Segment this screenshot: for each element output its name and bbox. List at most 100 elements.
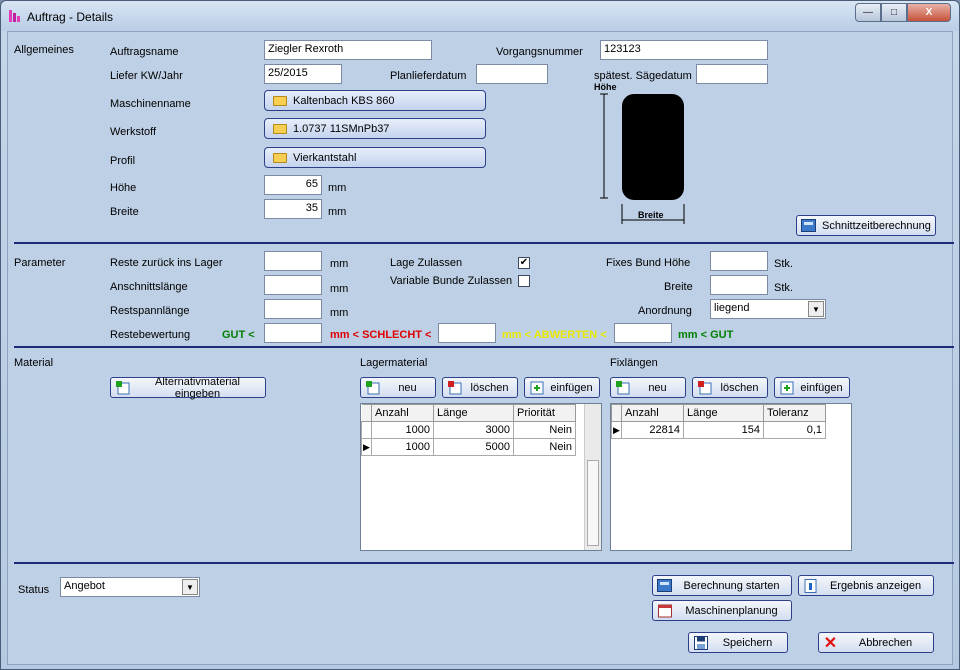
window-title: Auftrag - Details xyxy=(27,10,114,24)
werkstoff-picker[interactable]: 1.0737 11SMnPb37 xyxy=(264,118,486,139)
anordnung-label: Anordnung xyxy=(638,305,692,317)
maschine-label: Maschinenname xyxy=(110,98,191,110)
column-header[interactable]: Toleranz xyxy=(763,404,826,422)
row-pointer-icon: ▶ xyxy=(611,421,622,439)
maschine-picker[interactable]: Kaltenbach KBS 860 xyxy=(264,90,486,111)
anschnitt-input[interactable] xyxy=(264,275,322,295)
lagermaterial-table[interactable]: Anzahl Länge Priorität 1000 3000 Nein ▶ 1000 5… xyxy=(360,403,602,551)
fixes-breite-input[interactable] xyxy=(710,275,768,295)
lager-einfuegen-button[interactable]: einfügen xyxy=(524,377,600,398)
abwerten-label: mm < ABWERTEN < xyxy=(502,329,607,341)
gut-label: GUT < xyxy=(222,329,255,341)
gut-end-label: mm < GUT xyxy=(678,329,734,341)
anschnitt-label: Anschnittslänge xyxy=(110,281,188,293)
calculator-icon xyxy=(657,578,672,593)
vorgangsnummer-input[interactable]: 123123 xyxy=(600,40,768,60)
status-select[interactable]: Angebot ▼ xyxy=(60,577,200,597)
column-header[interactable]: Länge xyxy=(433,404,514,422)
fix-loeschen-button[interactable]: löschen xyxy=(692,377,768,398)
paste-icon xyxy=(779,380,794,395)
schlecht-threshold-input[interactable] xyxy=(438,323,496,343)
add-icon xyxy=(115,380,130,395)
saege-input[interactable] xyxy=(696,64,768,84)
breite-input[interactable]: 35 xyxy=(264,199,322,219)
profile-shape xyxy=(622,94,684,200)
speichern-button[interactable]: Speichern xyxy=(688,632,788,653)
fixes-hoehe-unit: Stk. xyxy=(774,258,793,270)
maschine-value: Kaltenbach KBS 860 xyxy=(293,94,395,107)
minimize-button[interactable]: — xyxy=(855,3,881,22)
separator xyxy=(14,562,954,564)
fix-einfuegen-button[interactable]: einfügen xyxy=(774,377,850,398)
abwerten-threshold-input[interactable] xyxy=(614,323,672,343)
fixes-hoehe-input[interactable] xyxy=(710,251,768,271)
hoehe-unit: mm xyxy=(328,182,347,194)
dialog-body: Allgemeines Auftragsname Ziegler Rexroth… xyxy=(7,31,954,665)
abbrechen-button[interactable]: ✕ Abbrechen xyxy=(818,632,934,653)
lager-loeschen-button[interactable]: löschen xyxy=(442,377,518,398)
column-header[interactable]: Priorität xyxy=(513,404,576,422)
fix-neu-button[interactable]: neu xyxy=(610,377,686,398)
variable-checkbox[interactable] xyxy=(518,275,530,287)
auftragsname-input[interactable]: Ziegler Rexroth xyxy=(264,40,432,60)
anschnitt-unit: mm xyxy=(330,283,349,295)
lage-label: Lage Zulassen xyxy=(390,257,463,269)
schnittzeit-button[interactable]: Schnittzeitberechnung xyxy=(796,215,936,236)
table-row[interactable]: ▶ 1000 5000 Nein xyxy=(361,438,576,456)
delete-icon xyxy=(697,380,712,395)
profil-picker[interactable]: Vierkantstahl xyxy=(264,147,486,168)
folder-icon xyxy=(273,123,287,134)
close-button[interactable]: X xyxy=(907,3,951,22)
reste-unit: mm xyxy=(330,258,349,270)
hoehe-input[interactable]: 65 xyxy=(264,175,322,195)
section-allgemeines: Allgemeines xyxy=(14,44,74,56)
title-bar: Auftrag - Details — □ X xyxy=(1,1,959,31)
berechnung-starten-button[interactable]: Berechnung starten xyxy=(652,575,792,596)
table-row[interactable]: ▶ 22814 154 0,1 xyxy=(611,421,826,439)
lage-checkbox[interactable]: ✔ xyxy=(518,257,530,269)
delete-icon xyxy=(447,380,462,395)
chevron-down-icon[interactable]: ▼ xyxy=(182,579,198,595)
planliefer-input[interactable] xyxy=(476,64,548,84)
diagram-hoehe-label: Höhe xyxy=(594,82,617,92)
anordnung-select[interactable]: liegend ▼ xyxy=(710,299,826,319)
profil-value: Vierkantstahl xyxy=(293,151,357,164)
scroll-thumb[interactable] xyxy=(587,460,599,546)
werkstoff-label: Werkstoff xyxy=(110,126,157,138)
liefer-input[interactable]: 25/2015 xyxy=(264,64,342,84)
reste-input[interactable] xyxy=(264,251,322,271)
gut-threshold-input[interactable] xyxy=(264,323,322,343)
document-icon xyxy=(803,578,818,593)
separator xyxy=(14,346,954,348)
planliefer-label: Planlieferdatum xyxy=(390,70,467,82)
fixlaengen-title: Fixlängen xyxy=(610,357,658,369)
vertical-scrollbar[interactable] xyxy=(584,404,601,550)
app-icon xyxy=(9,10,20,22)
profil-label: Profil xyxy=(110,155,136,167)
column-header[interactable]: Anzahl xyxy=(621,404,684,422)
maschinenplanung-button[interactable]: Maschinenplanung xyxy=(652,600,792,621)
ergebnis-anzeigen-button[interactable]: Ergebnis anzeigen xyxy=(798,575,934,596)
variable-label: Variable Bunde Zulassen xyxy=(390,275,513,287)
fixlaengen-table[interactable]: Anzahl Länge Toleranz ▶ 22814 154 0,1 xyxy=(610,403,852,551)
calendar-icon xyxy=(657,603,672,618)
column-header[interactable]: Anzahl xyxy=(371,404,434,422)
breite-label: Breite xyxy=(110,206,139,218)
lager-neu-button[interactable]: neu xyxy=(360,377,436,398)
restspann-input[interactable] xyxy=(264,299,322,319)
section-parameter: Parameter xyxy=(14,257,66,269)
section-material: Material xyxy=(14,357,54,369)
table-row[interactable]: 1000 3000 Nein xyxy=(361,421,576,439)
add-icon xyxy=(615,380,630,395)
restspann-label: Restspannlänge xyxy=(110,305,190,317)
alternativmaterial-button[interactable]: Alternativmaterial eingeben xyxy=(110,376,266,400)
liefer-label: Liefer KW/Jahr xyxy=(110,70,183,82)
column-header[interactable]: Länge xyxy=(683,404,764,422)
hoehe-label: Höhe xyxy=(110,182,137,194)
chevron-down-icon[interactable]: ▼ xyxy=(808,301,824,317)
restspann-unit: mm xyxy=(330,307,349,319)
folder-icon xyxy=(273,152,287,163)
maximize-button[interactable]: □ xyxy=(881,3,907,22)
save-icon xyxy=(693,635,708,650)
close-icon: ✕ xyxy=(823,634,838,652)
